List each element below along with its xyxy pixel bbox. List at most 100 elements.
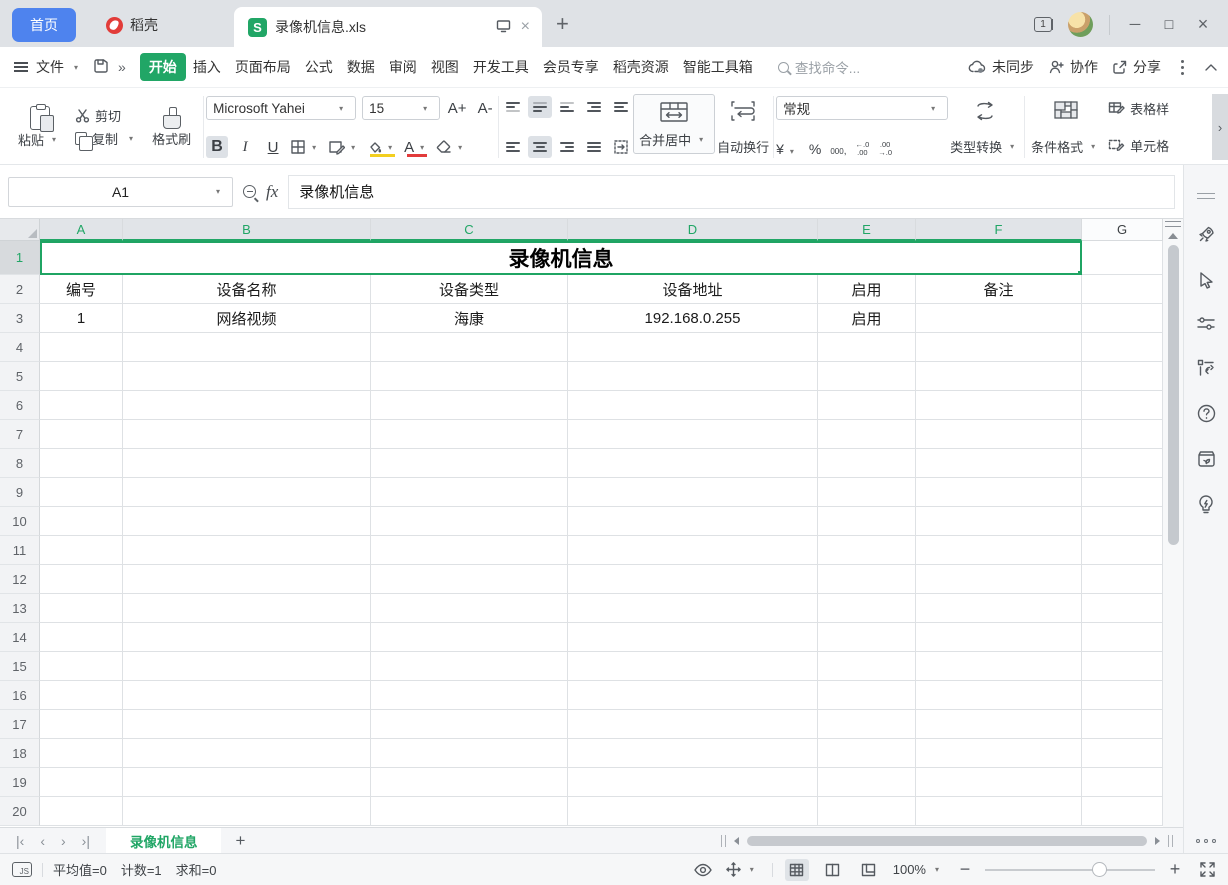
fill-color-button[interactable]: ▾: [367, 136, 398, 158]
file-menu-caret-icon[interactable]: ▾: [74, 63, 78, 72]
cell-E2[interactable]: 启用: [818, 275, 916, 304]
menu-tab-formulas[interactable]: 公式: [298, 53, 340, 81]
cell-E12[interactable]: [818, 565, 916, 594]
column-header-C[interactable]: C: [371, 219, 568, 241]
cell-B14[interactable]: [123, 623, 371, 652]
cell-B15[interactable]: [123, 652, 371, 681]
more-options-icon[interactable]: [1181, 66, 1184, 69]
sync-status[interactable]: 未同步: [968, 57, 1034, 77]
cell-F6[interactable]: [916, 391, 1082, 420]
align-left-button[interactable]: [501, 136, 525, 158]
cell-G8[interactable]: [1082, 449, 1163, 478]
docer-tab-button[interactable]: 稻壳: [92, 8, 192, 42]
cell-F16[interactable]: [916, 681, 1082, 710]
cell-D3[interactable]: 192.168.0.255: [568, 304, 818, 333]
bold-button[interactable]: B: [206, 136, 228, 158]
save-icon[interactable]: [92, 57, 110, 78]
name-box[interactable]: A1 ▾: [8, 177, 233, 207]
last-sheet-button[interactable]: ›|: [82, 833, 90, 849]
quick-tools-rocket-icon[interactable]: [1196, 224, 1217, 245]
user-avatar[interactable]: [1068, 12, 1093, 37]
cell-C20[interactable]: [371, 797, 568, 826]
cell-F20[interactable]: [916, 797, 1082, 826]
cell-D13[interactable]: [568, 594, 818, 623]
normal-view-button[interactable]: [785, 859, 809, 881]
vertical-scrollbar[interactable]: [1163, 218, 1183, 827]
cell-D15[interactable]: [568, 652, 818, 681]
cell-E16[interactable]: [818, 681, 916, 710]
cell-C10[interactable]: [371, 507, 568, 536]
zoom-slider[interactable]: [985, 869, 1155, 871]
close-window-button[interactable]: ×: [1194, 14, 1212, 35]
cell-C8[interactable]: [371, 449, 568, 478]
cell-E4[interactable]: [818, 333, 916, 362]
cell-E11[interactable]: [818, 536, 916, 565]
cell-A2[interactable]: 编号: [40, 275, 123, 304]
menu-tab-page-layout[interactable]: 页面布局: [228, 53, 298, 81]
italic-button[interactable]: I: [234, 136, 256, 158]
cell-F11[interactable]: [916, 536, 1082, 565]
add-sheet-button[interactable]: +: [221, 831, 259, 851]
cell-A6[interactable]: [40, 391, 123, 420]
cell-G16[interactable]: [1082, 681, 1163, 710]
cell-D14[interactable]: [568, 623, 818, 652]
present-monitor-icon[interactable]: [496, 19, 511, 36]
cell-D6[interactable]: [568, 391, 818, 420]
row-header-16[interactable]: 16: [0, 681, 40, 710]
row-header-12[interactable]: 12: [0, 565, 40, 594]
scroll-left-arrow-icon[interactable]: [734, 837, 739, 845]
cell-G20[interactable]: [1082, 797, 1163, 826]
cell-E3[interactable]: 启用: [818, 304, 916, 333]
cell-C13[interactable]: [371, 594, 568, 623]
cell-E15[interactable]: [818, 652, 916, 681]
column-header-G[interactable]: G: [1082, 219, 1163, 241]
cell-G9[interactable]: [1082, 478, 1163, 507]
cell-C5[interactable]: [371, 362, 568, 391]
cell-A15[interactable]: [40, 652, 123, 681]
row-header-10[interactable]: 10: [0, 507, 40, 536]
cell-D16[interactable]: [568, 681, 818, 710]
increase-font-button[interactable]: A+: [446, 97, 468, 119]
format-painter-button[interactable]: 格式刷: [148, 105, 195, 150]
hamburger-menu-icon[interactable]: [14, 66, 28, 68]
column-header-B[interactable]: B: [123, 219, 371, 241]
type-convert-button[interactable]: 类型转换▾: [948, 94, 1022, 160]
sidebar-more-icon[interactable]: [1196, 839, 1216, 843]
row-header-4[interactable]: 4: [0, 333, 40, 362]
cell-D20[interactable]: [568, 797, 818, 826]
page-layout-view-button[interactable]: [821, 859, 845, 881]
cell-E18[interactable]: [818, 739, 916, 768]
cell-F14[interactable]: [916, 623, 1082, 652]
share-button[interactable]: 分享: [1112, 57, 1161, 77]
horizontal-scrollbar[interactable]: [721, 835, 1183, 847]
cell-A11[interactable]: [40, 536, 123, 565]
hand-move-tool[interactable]: ▾: [725, 861, 760, 878]
cell-G19[interactable]: [1082, 768, 1163, 797]
cell-F8[interactable]: [916, 449, 1082, 478]
cell-D17[interactable]: [568, 710, 818, 739]
row-header-9[interactable]: 9: [0, 478, 40, 507]
menu-tab-member[interactable]: 会员专享: [536, 53, 606, 81]
cell-A13[interactable]: [40, 594, 123, 623]
font-name-select[interactable]: Microsoft Yahei▾: [206, 96, 356, 120]
row-header-18[interactable]: 18: [0, 739, 40, 768]
vertical-scroll-thumb[interactable]: [1168, 245, 1179, 545]
cell-D8[interactable]: [568, 449, 818, 478]
cell-A1-merged-title[interactable]: 录像机信息: [40, 241, 1082, 275]
row-header-8[interactable]: 8: [0, 449, 40, 478]
table-style-button[interactable]: 表格样: [1105, 97, 1172, 120]
horizontal-scroll-thumb[interactable]: [747, 836, 1147, 846]
merge-center-button[interactable]: 合并居中▾: [633, 94, 715, 154]
cell-B2[interactable]: 设备名称: [123, 275, 371, 304]
cell-style-button[interactable]: 单元格: [1105, 134, 1172, 157]
paste-button[interactable]: 粘贴▾: [14, 104, 66, 151]
cell-D4[interactable]: [568, 333, 818, 362]
decrease-indent-button[interactable]: [582, 96, 606, 118]
row-header-6[interactable]: 6: [0, 391, 40, 420]
cell-G7[interactable]: [1082, 420, 1163, 449]
cell-A12[interactable]: [40, 565, 123, 594]
insert-function-button[interactable]: fx: [266, 182, 278, 202]
eye-protect-icon[interactable]: [693, 863, 713, 877]
wrap-text-button[interactable]: 自动换行: [715, 94, 771, 160]
pivot-analysis-icon[interactable]: [1196, 358, 1216, 378]
